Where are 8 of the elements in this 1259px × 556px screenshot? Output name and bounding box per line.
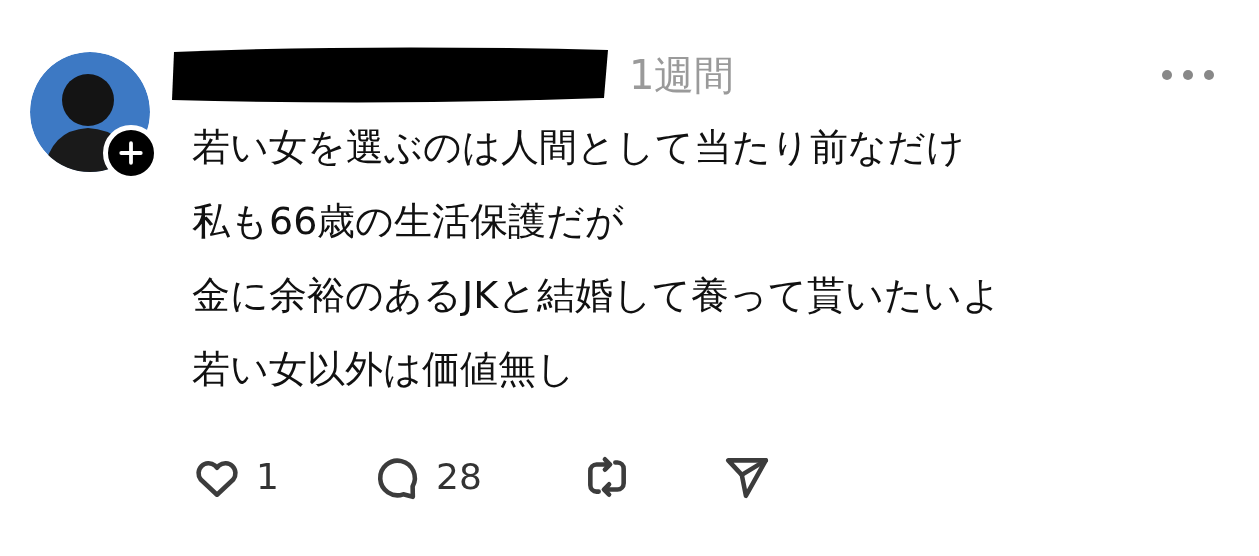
comment-text-line: 若い女以外は価値無し (192, 346, 576, 393)
comment-text-line: 金に余裕のあるJKと結婚して養って貰いたいよ (192, 272, 1003, 319)
post-time: 1週間 (629, 55, 735, 95)
action-count: 1 (256, 459, 279, 495)
action-count: 28 (436, 459, 482, 495)
more-options-icon[interactable] (1161, 69, 1215, 81)
comment-text-line: 私も66歳の生活保護だが (192, 198, 626, 245)
comment-text-line: 若い女を選ぶのは人間として当たり前なだけ (192, 124, 966, 171)
